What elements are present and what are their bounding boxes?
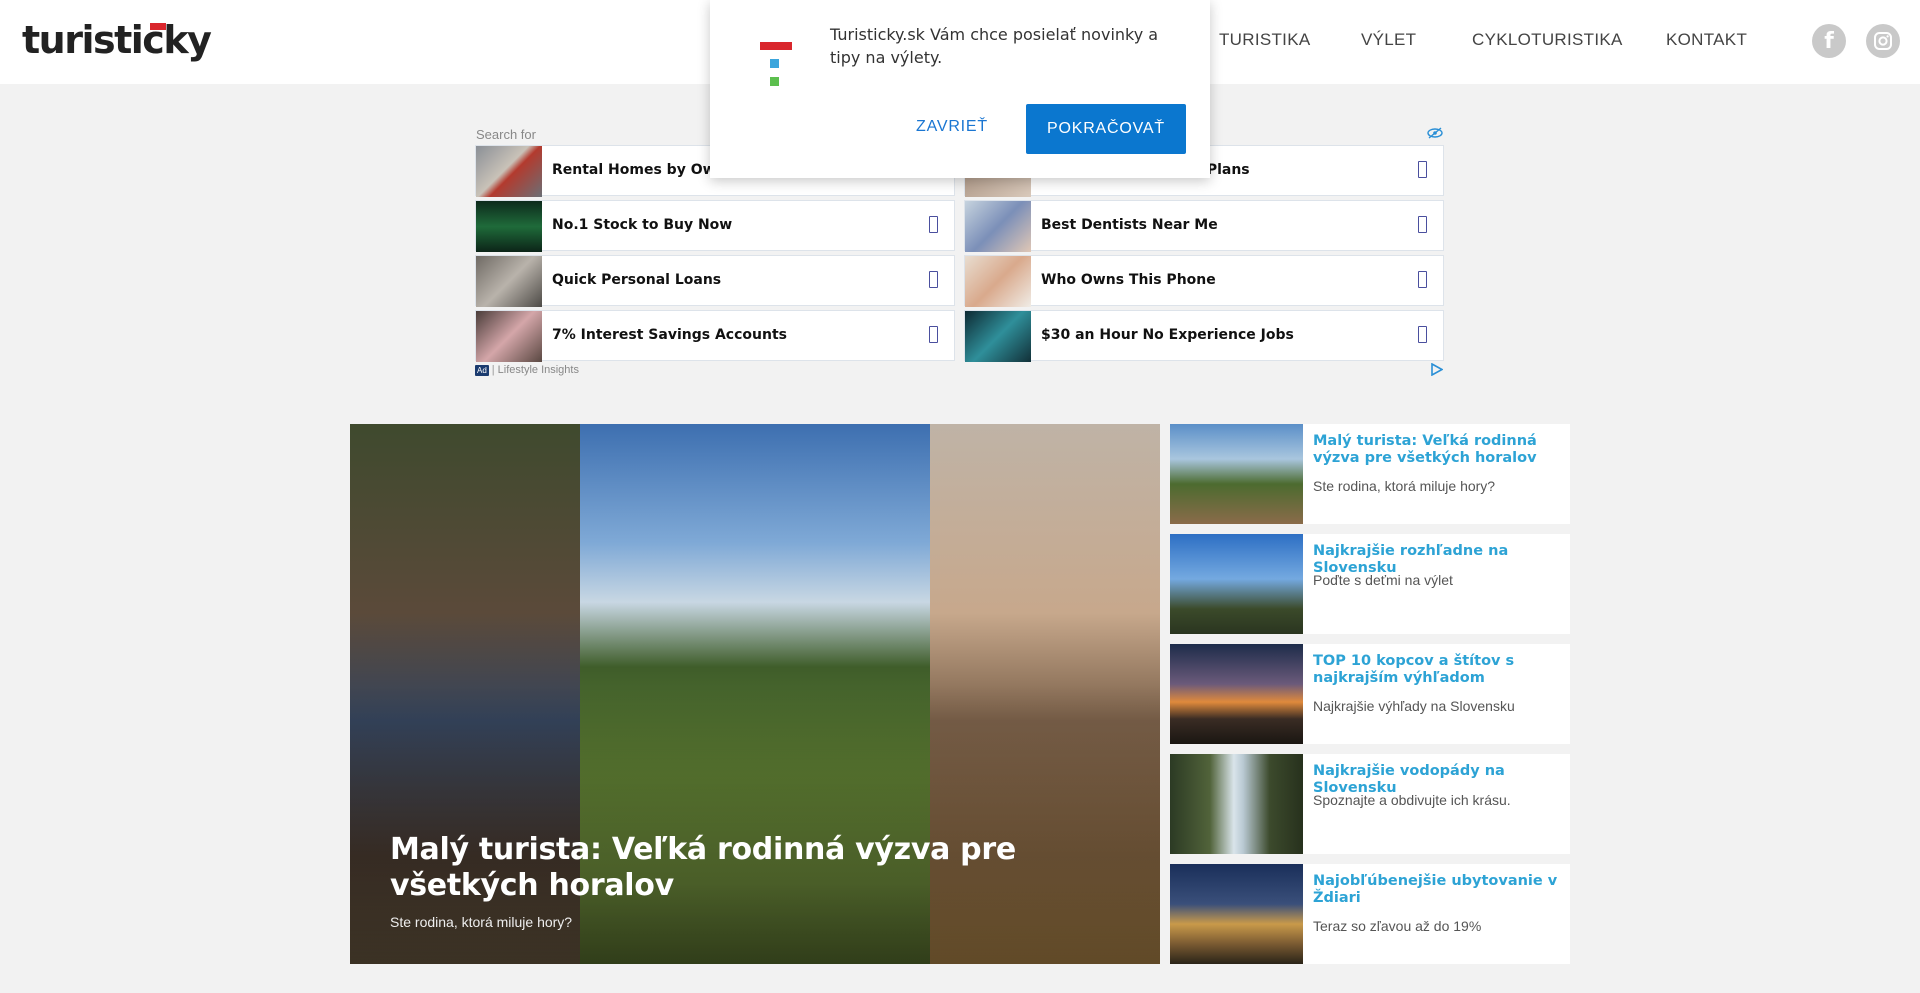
article-subtitle: Ste rodina, ktorá miluje hory? — [1313, 478, 1496, 494]
logo-accent — [150, 23, 166, 30]
article-card[interactable]: Najobľúbenejšie ubytovanie v Ždiari Tera… — [1170, 864, 1570, 964]
ad-arrow-icon — [1418, 271, 1427, 288]
article-card[interactable]: Najkrajšie rozhľadne na Slovensku Poďte … — [1170, 534, 1570, 634]
ad-play-icon[interactable] — [1430, 363, 1443, 376]
ad-choices-eye-icon[interactable] — [1427, 127, 1443, 139]
ad-item[interactable]: Who Owns This Phone — [964, 255, 1444, 307]
ad-arrow-icon — [1418, 161, 1427, 178]
hero-title[interactable]: Malý turista: Veľká rodinná výzva pre vš… — [390, 832, 1110, 904]
ad-arrow-icon — [1418, 216, 1427, 233]
ad-item[interactable]: No.1 Stock to Buy Now — [475, 200, 955, 252]
article-title[interactable]: Najobľúbenejšie ubytovanie v Ždiari — [1313, 873, 1558, 907]
ad-badge: Ad — [475, 364, 489, 376]
ad-thumb-image — [476, 256, 542, 307]
ad-thumb-image — [965, 311, 1031, 362]
ad-arrow-icon — [929, 271, 938, 288]
nav-item-kontakt[interactable]: KONTAKT — [1666, 30, 1747, 50]
article-subtitle: Teraz so zľavou až do 19% — [1313, 918, 1482, 934]
ad-provider[interactable]: Lifestyle Insights — [498, 364, 579, 376]
article-image — [1170, 754, 1303, 854]
ad-item-label: Quick Personal Loans — [552, 272, 722, 288]
ad-search-label: Search for — [476, 127, 536, 142]
ad-item[interactable]: Quick Personal Loans — [475, 255, 955, 307]
site-logo[interactable]: turisticky — [22, 18, 212, 62]
ad-item-label: 7% Interest Savings Accounts — [552, 327, 787, 343]
ad-thumb-image — [965, 201, 1031, 252]
ad-arrow-icon — [929, 216, 938, 233]
nav-item-turistika[interactable]: TURISTIKA — [1219, 30, 1311, 50]
hero-article[interactable]: Malý turista: Veľká rodinná výzva pre vš… — [350, 424, 1160, 964]
ad-thumb-image — [965, 256, 1031, 307]
ad-item-label: No.1 Stock to Buy Now — [552, 217, 733, 233]
article-title[interactable]: Malý turista: Veľká rodinná výzva pre vš… — [1313, 433, 1558, 467]
hero-subtitle: Ste rodina, ktorá miluje hory? — [390, 914, 573, 930]
ad-thumb-image — [476, 146, 542, 197]
ad-item[interactable]: $30 an Hour No Experience Jobs — [964, 310, 1444, 362]
article-card[interactable]: TOP 10 kopcov a štítov s najkrajším výhľ… — [1170, 644, 1570, 744]
article-image — [1170, 644, 1303, 744]
instagram-glyph — [1874, 32, 1892, 50]
ad-item-label: Who Owns This Phone — [1041, 272, 1216, 288]
close-button[interactable]: ZAVRIEŤ — [902, 118, 1002, 136]
article-image — [1170, 424, 1303, 524]
article-subtitle: Poďte s deťmi na výlet — [1313, 572, 1453, 588]
article-image — [1170, 534, 1303, 634]
brand-mark-icon — [758, 42, 794, 90]
notification-message: Turisticky.sk Vám chce posielať novinky … — [830, 25, 1159, 67]
ad-thumb-image — [476, 311, 542, 362]
ad-thumb-image — [476, 201, 542, 252]
notification-prompt: Turisticky.sk Vám chce posielať novinky … — [710, 0, 1210, 178]
ad-item-label: $30 an Hour No Experience Jobs — [1041, 327, 1294, 343]
article-image — [1170, 864, 1303, 964]
article-card[interactable]: Malý turista: Veľká rodinná výzva pre vš… — [1170, 424, 1570, 524]
ad-item[interactable]: 7% Interest Savings Accounts — [475, 310, 955, 362]
ad-arrow-icon — [929, 326, 938, 343]
ad-item-label: Best Dentists Near Me — [1041, 217, 1218, 233]
ad-arrow-icon — [1418, 326, 1427, 343]
article-card[interactable]: Najkrajšie vodopády na Slovensku Spoznaj… — [1170, 754, 1570, 854]
article-title[interactable]: TOP 10 kopcov a štítov s najkrajším výhľ… — [1313, 653, 1558, 687]
instagram-icon[interactable] — [1866, 24, 1900, 58]
facebook-icon[interactable]: f — [1812, 24, 1846, 58]
nav-item-vylet[interactable]: VÝLET — [1361, 30, 1416, 50]
continue-button[interactable]: POKRAČOVAŤ — [1026, 104, 1186, 154]
ad-footer: Ad | Lifestyle Insights — [475, 364, 579, 376]
nav-item-cykloturistika[interactable]: CYKLOTURISTIKA — [1472, 30, 1623, 50]
ad-item[interactable]: Best Dentists Near Me — [964, 200, 1444, 252]
article-subtitle: Spoznajte a obdivujte ich krásu. — [1313, 792, 1511, 808]
article-subtitle: Najkrajšie výhľady na Slovensku — [1313, 698, 1515, 714]
